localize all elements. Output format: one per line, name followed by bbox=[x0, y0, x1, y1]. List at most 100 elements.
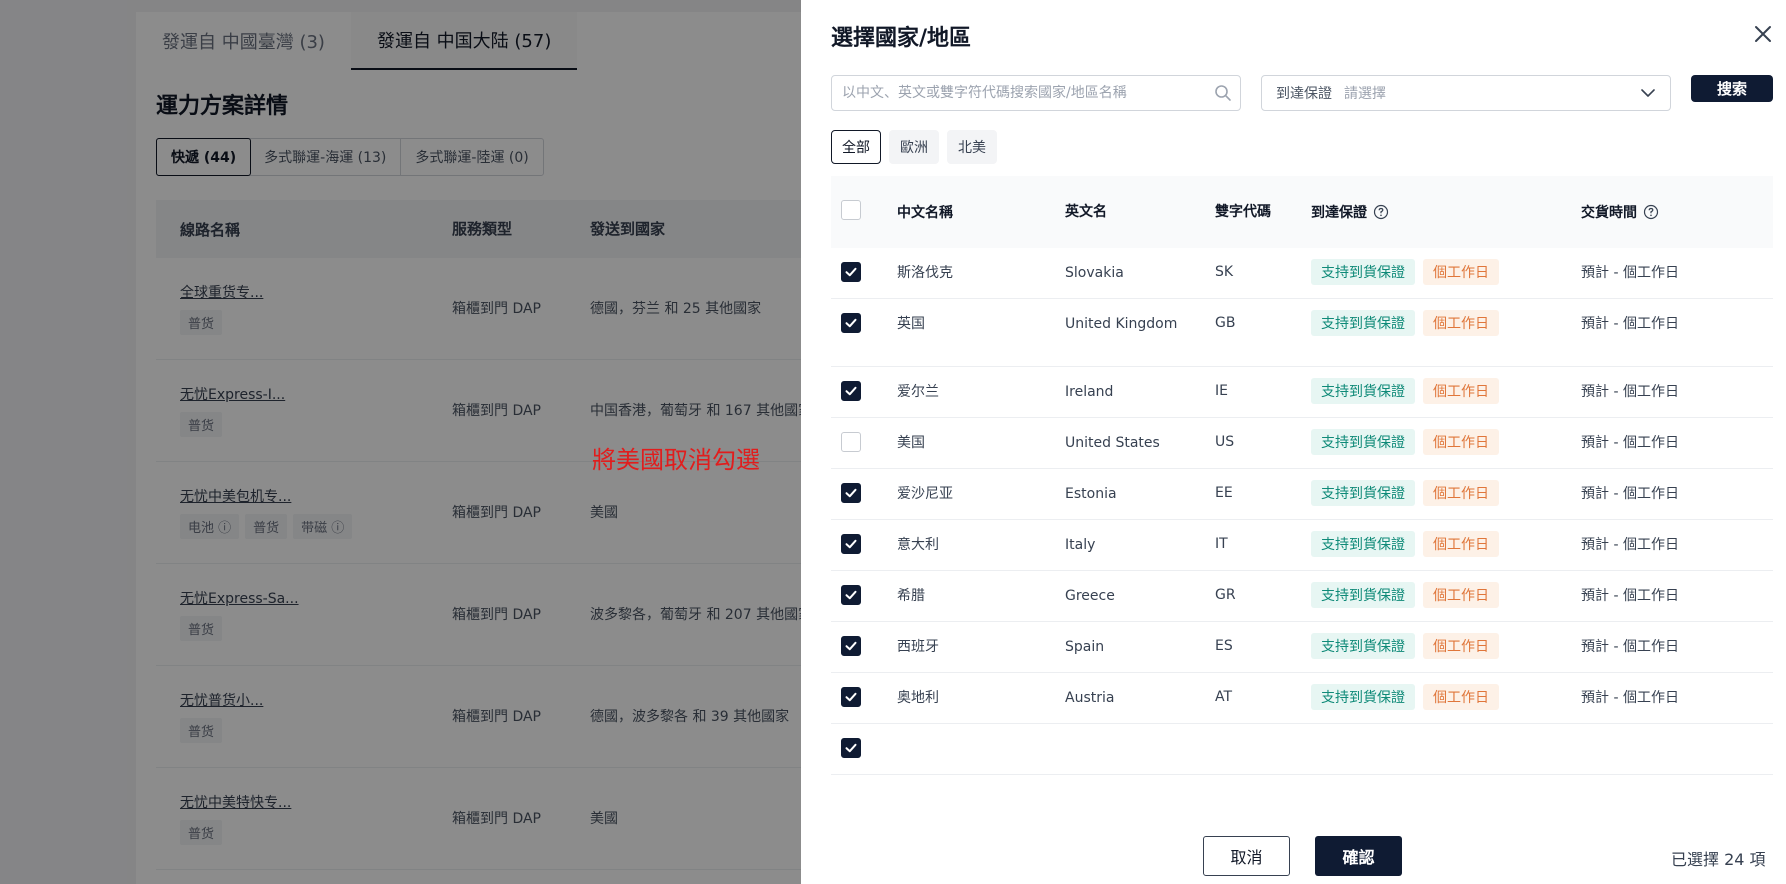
delivery-time-cell: 預計 - 個工作日 bbox=[1581, 435, 1679, 451]
country-table-header: 中文名稱 英文名 雙字代碼 到達保證 交貨時間 bbox=[831, 176, 1773, 248]
header-guarantee-label: 到達保證 bbox=[1311, 205, 1367, 221]
guarantee-cell: 支持到貨保證 個工作日 bbox=[1311, 582, 1581, 608]
code-cell: AT bbox=[1215, 689, 1233, 705]
checkmark-icon bbox=[845, 539, 857, 549]
row-checkbox-cell bbox=[831, 313, 897, 334]
chinese-name-cell: 西班牙 bbox=[897, 639, 939, 655]
checkmark-icon bbox=[845, 590, 857, 600]
country-table-body: 斯洛伐克 Slovakia SK 支持到貨保證 個工作日 預計 - 個工作日 英国… bbox=[831, 248, 1773, 775]
select-all-checkbox[interactable] bbox=[841, 200, 861, 220]
guarantee-cell: 支持到貨保證 個工作日 bbox=[1311, 531, 1581, 557]
cancel-button[interactable]: 取消 bbox=[1203, 836, 1290, 876]
row-checkbox[interactable] bbox=[841, 262, 861, 282]
country-row[interactable]: 英国 United Kingdom GB 支持到貨保證 個工作日 預計 - 個工作… bbox=[831, 299, 1773, 367]
country-row[interactable]: 奥地利 Austria AT 支持到貨保證 個工作日 預計 - 個工作日 bbox=[831, 673, 1773, 724]
row-checkbox[interactable] bbox=[841, 483, 861, 503]
english-name-cell: Spain bbox=[1065, 639, 1105, 655]
chinese-name-cell: 美国 bbox=[897, 435, 925, 451]
close-icon[interactable] bbox=[1751, 22, 1775, 46]
guarantee-cell: 支持到貨保證 個工作日 bbox=[1311, 310, 1581, 336]
row-checkbox-cell bbox=[831, 432, 897, 456]
header-select-all-cell bbox=[831, 200, 897, 224]
country-row[interactable]: 意大利 Italy IT 支持到貨保證 個工作日 預計 - 個工作日 bbox=[831, 520, 1773, 571]
guarantee-supported-tag: 支持到貨保證 bbox=[1311, 310, 1415, 336]
chinese-name-cell: 爱尔兰 bbox=[897, 384, 939, 400]
chip-north-america[interactable]: 北美 bbox=[947, 130, 997, 164]
selected-count: 已選擇 24 項 bbox=[1671, 850, 1766, 869]
delivery-time-cell: 預計 - 個工作日 bbox=[1581, 690, 1679, 706]
header-guarantee: 到達保證 bbox=[1311, 202, 1581, 222]
country-row[interactable]: 爱沙尼亚 Estonia EE 支持到貨保證 個工作日 預計 - 個工作日 bbox=[831, 469, 1773, 520]
delivery-time-cell: 預計 - 個工作日 bbox=[1581, 537, 1679, 553]
english-name-cell: Slovakia bbox=[1065, 265, 1124, 281]
code-cell: IE bbox=[1215, 383, 1228, 399]
guarantee-cell: 支持到貨保證 個工作日 bbox=[1311, 684, 1581, 710]
row-checkbox[interactable] bbox=[841, 636, 861, 656]
code-cell: ES bbox=[1215, 638, 1233, 654]
row-checkbox[interactable] bbox=[841, 687, 861, 707]
search-button[interactable]: 搜索 bbox=[1691, 75, 1773, 102]
row-checkbox-cell bbox=[831, 381, 897, 402]
guarantee-supported-tag: 支持到貨保證 bbox=[1311, 582, 1415, 608]
row-checkbox-cell bbox=[831, 534, 897, 555]
row-checkbox-cell bbox=[831, 585, 897, 606]
drawer-title: 選擇國家/地區 bbox=[831, 26, 972, 51]
country-search-input[interactable] bbox=[831, 75, 1241, 111]
checkmark-icon bbox=[845, 318, 857, 328]
workdays-tag: 個工作日 bbox=[1423, 531, 1499, 557]
guarantee-cell: 支持到貨保證 個工作日 bbox=[1311, 378, 1581, 404]
workdays-tag: 個工作日 bbox=[1423, 633, 1499, 659]
english-name-cell: Austria bbox=[1065, 690, 1115, 706]
checkmark-icon bbox=[845, 386, 857, 396]
chip-all[interactable]: 全部 bbox=[831, 130, 881, 164]
guarantee-supported-tag: 支持到貨保證 bbox=[1311, 378, 1415, 404]
english-name-cell: Ireland bbox=[1065, 384, 1114, 400]
chinese-name-cell: 斯洛伐克 bbox=[897, 265, 953, 281]
chinese-name-cell: 希腊 bbox=[897, 588, 925, 604]
row-checkbox[interactable] bbox=[841, 381, 861, 401]
confirm-button[interactable]: 確認 bbox=[1315, 836, 1402, 876]
country-row[interactable]: 西班牙 Spain ES 支持到貨保證 個工作日 預計 - 個工作日 bbox=[831, 622, 1773, 673]
code-cell: US bbox=[1215, 434, 1235, 450]
guarantee-cell: 支持到貨保證 個工作日 bbox=[1311, 480, 1581, 506]
guarantee-cell: 支持到貨保證 個工作日 bbox=[1311, 429, 1581, 455]
row-checkbox-cell bbox=[831, 687, 897, 708]
country-row[interactable]: 斯洛伐克 Slovakia SK 支持到貨保證 個工作日 預計 - 個工作日 bbox=[831, 248, 1773, 299]
code-cell: GB bbox=[1215, 315, 1236, 331]
checkmark-icon bbox=[845, 641, 857, 651]
header-delivery-time-label: 交貨時間 bbox=[1581, 205, 1637, 221]
country-row[interactable]: 希腊 Greece GR 支持到貨保證 個工作日 預計 - 個工作日 bbox=[831, 571, 1773, 622]
code-cell: SK bbox=[1215, 264, 1234, 280]
search-icon[interactable] bbox=[1213, 83, 1233, 103]
row-checkbox[interactable] bbox=[841, 534, 861, 554]
help-icon[interactable] bbox=[1373, 204, 1389, 220]
workdays-tag: 個工作日 bbox=[1423, 378, 1499, 404]
country-row[interactable]: 爱尔兰 Ireland IE 支持到貨保證 個工作日 預計 - 個工作日 bbox=[831, 367, 1773, 418]
workdays-tag: 個工作日 bbox=[1423, 480, 1499, 506]
help-icon[interactable] bbox=[1643, 204, 1659, 220]
guarantee-select-placeholder: 請選擇 bbox=[1344, 86, 1386, 102]
guarantee-supported-tag: 支持到貨保證 bbox=[1311, 259, 1415, 285]
guarantee-supported-tag: 支持到貨保證 bbox=[1311, 684, 1415, 710]
chip-europe[interactable]: 歐洲 bbox=[889, 130, 939, 164]
checkmark-icon bbox=[845, 743, 857, 753]
workdays-tag: 個工作日 bbox=[1423, 684, 1499, 710]
row-checkbox-cell bbox=[831, 483, 897, 504]
chinese-name-cell: 奥地利 bbox=[897, 690, 939, 706]
guarantee-select[interactable]: 到達保證 請選擇 bbox=[1261, 75, 1671, 111]
row-checkbox[interactable] bbox=[841, 313, 861, 333]
row-checkbox[interactable] bbox=[841, 585, 861, 605]
english-name-cell: Italy bbox=[1065, 537, 1096, 553]
checkmark-icon bbox=[845, 267, 857, 277]
country-row[interactable] bbox=[831, 724, 1773, 775]
row-checkbox[interactable] bbox=[841, 432, 861, 452]
english-name-cell: United States bbox=[1065, 435, 1160, 451]
checkmark-icon bbox=[845, 488, 857, 498]
guarantee-select-label: 到達保證 bbox=[1276, 86, 1332, 102]
country-row[interactable]: 美国 United States US 支持到貨保證 個工作日 預計 - 個工作日 bbox=[831, 418, 1773, 469]
region-filter-chips: 全部 歐洲 北美 bbox=[831, 130, 997, 164]
english-name-cell: Greece bbox=[1065, 588, 1115, 604]
row-checkbox[interactable] bbox=[841, 738, 861, 758]
guarantee-cell: 支持到貨保證 個工作日 bbox=[1311, 633, 1581, 659]
code-cell: IT bbox=[1215, 536, 1228, 552]
